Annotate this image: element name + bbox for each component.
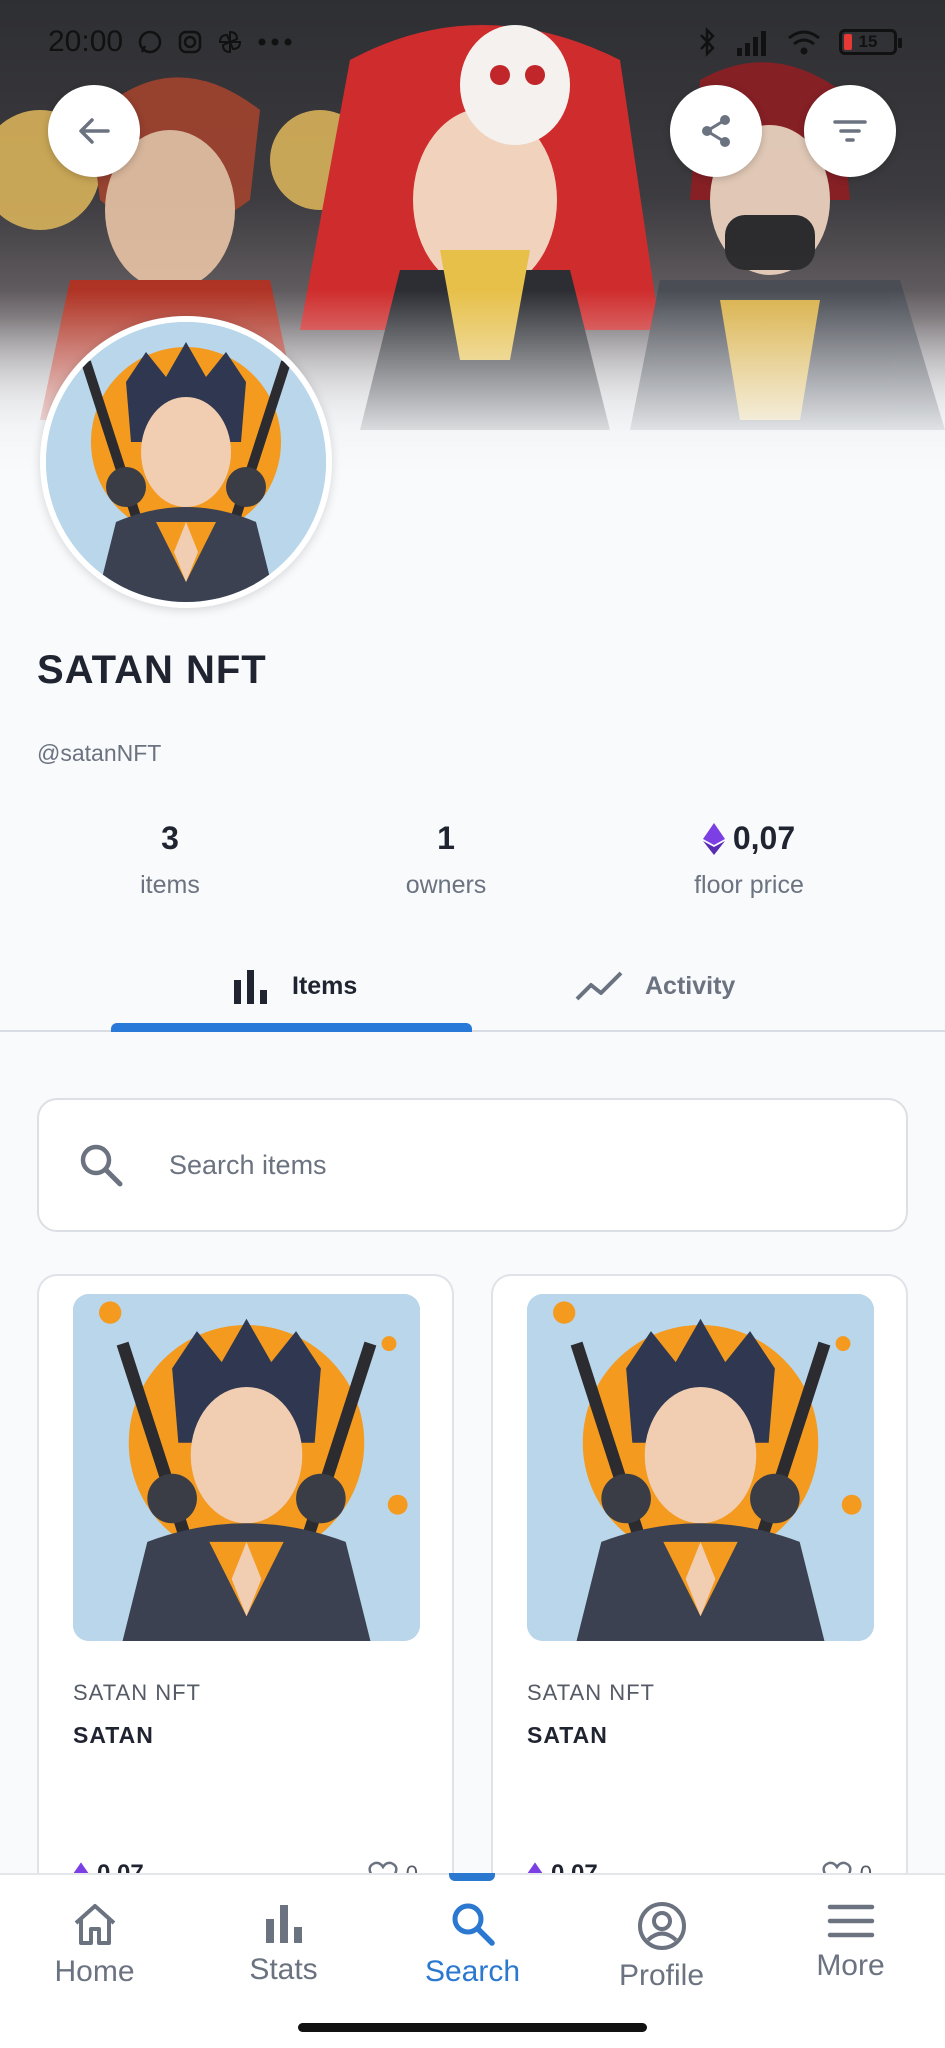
tab-items[interactable]: Items [232,940,357,1032]
nav-stats-label: Stats [249,1953,318,1986]
share-icon [702,115,730,147]
battery-indicator: 15 [839,29,902,55]
wifi-icon [788,30,820,55]
bar-chart-icon [234,970,267,1004]
tab-active-indicator [111,1023,472,1032]
ethereum-icon [702,822,725,855]
nav-stats[interactable]: Stats [189,1875,378,2005]
item-name: SATAN [527,1722,608,1748]
nav-more[interactable]: More [756,1875,945,2005]
stat-floor-price-value: 0,07 [732,820,796,856]
trending-line-icon [575,971,623,1001]
collection-handle: @satanNFT [37,740,162,766]
item-name: SATAN [73,1722,154,1748]
item-artwork [527,1294,874,1641]
stat-floor-price: 0,07 floor price [619,820,879,900]
avatar-artwork [46,322,326,602]
more-notifications-icon [258,38,292,46]
nav-home[interactable]: Home [0,1875,189,2005]
search-items-input[interactable] [169,1149,769,1181]
instagram-icon [178,30,202,54]
nav-profile-label: Profile [618,1959,705,1992]
stat-owners: 1 owners [316,820,576,900]
nav-more-label: More [816,1949,885,1982]
arrow-left-icon [79,118,110,144]
nav-active-indicator [449,1873,495,1881]
stat-owners-value: 1 [437,820,455,856]
nav-search[interactable]: Search [378,1875,567,2005]
back-button[interactable] [48,85,140,177]
nav-home-label: Home [54,1955,135,1988]
tab-items-label: Items [292,971,358,1000]
gesture-home-indicator[interactable] [298,2023,647,2032]
filter-icon [833,120,867,142]
stat-items-value: 3 [161,820,179,856]
whatsapp-icon [138,30,162,54]
nav-search-label: Search [424,1955,521,1988]
bluetooth-icon [700,26,715,58]
item-image [527,1294,874,1641]
share-button[interactable] [670,85,762,177]
pinwheel-icon [219,30,242,54]
item-image [73,1294,420,1641]
collection-stats: 3 items 1 owners 0,07 floor price [0,820,945,930]
profile-icon [637,1902,686,1950]
item-card[interactable]: SATAN NFT SATAN 0,07 0 [37,1274,454,1894]
collection-avatar [40,316,332,608]
filter-button[interactable] [804,85,896,177]
nav-profile[interactable]: Profile [567,1875,756,2005]
signal-icon [737,31,766,56]
search-icon [452,1903,495,1946]
collection-title: SATAN NFT [37,648,267,692]
stat-owners-label: owners [405,871,487,899]
collection-tabs: Items Activity [0,940,945,1032]
item-collection-name: SATAN NFT [73,1680,201,1705]
stats-icon [265,1905,302,1943]
item-artwork [73,1294,420,1641]
stat-items: 3 items [40,820,300,900]
item-collection-name: SATAN NFT [527,1680,655,1705]
stat-floor-price-label: floor price [694,871,804,899]
tab-activity-label: Activity [645,971,736,1000]
search-icon [80,1144,123,1187]
status-bar: 20:00 15 [0,0,945,84]
item-card[interactable]: SATAN NFT SATAN 0,07 0 [491,1274,908,1894]
tab-activity[interactable]: Activity [575,940,735,1032]
stat-items-label: items [140,871,200,899]
bottom-navigation: Home Stats Search Profile More [0,1873,945,2048]
collection-page: 20:00 15 SATAN NFT @satanNFT 3 items 1 o… [0,0,945,2048]
home-icon [74,1904,115,1945]
search-items-box[interactable] [37,1098,908,1232]
menu-icon [827,1904,874,1938]
status-time: 20:00 [48,25,124,58]
